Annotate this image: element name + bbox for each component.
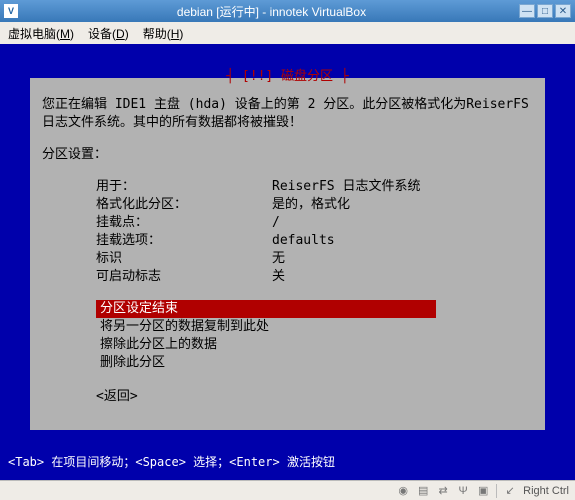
- settings-row[interactable]: 用于：ReiserFS 日志文件系统: [42, 178, 533, 196]
- usb-icon[interactable]: Ψ: [456, 484, 470, 498]
- shared-folder-icon[interactable]: ▣: [476, 484, 490, 498]
- window-title: debian [运行中] - innotek VirtualBox: [24, 3, 519, 20]
- settings-key: 格式化此分区：: [96, 196, 272, 214]
- settings-value: 关: [272, 268, 285, 286]
- maximize-button[interactable]: □: [537, 4, 553, 18]
- keyboard-hint: <Tab> 在项目间移动；<Space> 选择；<Enter> 激活按钮: [8, 453, 335, 470]
- settings-value: ReiserFS 日志文件系统: [272, 178, 420, 196]
- settings-row[interactable]: 挂载点：/: [42, 214, 533, 232]
- minimize-button[interactable]: —: [519, 4, 535, 18]
- return-button[interactable]: <返回>: [42, 388, 533, 406]
- settings-row[interactable]: 标识无: [42, 250, 533, 268]
- settings-heading: 分区设置：: [42, 146, 533, 164]
- action-item[interactable]: 擦除此分区上的数据: [96, 336, 533, 354]
- dialog-intro: 您正在编辑 IDE1 主盘 (hda) 设备上的第 2 分区。此分区被格式化为R…: [42, 96, 533, 132]
- settings-value: defaults: [272, 232, 335, 250]
- action-item[interactable]: 分区设定结束: [96, 300, 436, 318]
- actions-list: 分区设定结束将另一分区的数据复制到此处擦除此分区上的数据删除此分区: [42, 300, 533, 372]
- settings-key: 可启动标志: [96, 268, 272, 286]
- menu-vm[interactable]: 虚拟电脑(M): [8, 25, 74, 42]
- settings-list: 用于：ReiserFS 日志文件系统格式化此分区：是的，格式化挂载点：/挂载选项…: [42, 178, 533, 286]
- statusbar-divider: [496, 484, 497, 498]
- settings-key: 用于：: [96, 178, 272, 196]
- settings-value: 无: [272, 250, 285, 268]
- virtualbox-icon: V: [4, 4, 18, 18]
- dialog-title: ┤ [!!] 磁盘分区 ├: [30, 68, 545, 86]
- settings-key: 挂载点：: [96, 214, 272, 232]
- statusbar: ◉ ▤ ⇄ Ψ ▣ ↙ Right Ctrl: [0, 480, 575, 500]
- window-titlebar: V debian [运行中] - innotek VirtualBox — □ …: [0, 0, 575, 22]
- settings-value: /: [272, 214, 280, 232]
- settings-row[interactable]: 挂载选项：defaults: [42, 232, 533, 250]
- hdd-icon[interactable]: ▤: [416, 484, 430, 498]
- partition-dialog: ┤ [!!] 磁盘分区 ├ 您正在编辑 IDE1 主盘 (hda) 设备上的第 …: [30, 78, 545, 430]
- vm-framebuffer[interactable]: ┤ [!!] 磁盘分区 ├ 您正在编辑 IDE1 主盘 (hda) 设备上的第 …: [0, 44, 575, 480]
- network-icon[interactable]: ⇄: [436, 484, 450, 498]
- settings-row[interactable]: 格式化此分区：是的，格式化: [42, 196, 533, 214]
- settings-value: 是的，格式化: [272, 196, 350, 214]
- cd-icon[interactable]: ◉: [396, 484, 410, 498]
- settings-key: 挂载选项：: [96, 232, 272, 250]
- settings-key: 标识: [96, 250, 272, 268]
- mouse-integration-icon[interactable]: ↙: [503, 484, 517, 498]
- menu-help[interactable]: 帮助(H): [143, 25, 184, 42]
- host-key-label: Right Ctrl: [523, 485, 569, 497]
- menubar: 虚拟电脑(M) 设备(D) 帮助(H): [0, 22, 575, 44]
- settings-row[interactable]: 可启动标志关: [42, 268, 533, 286]
- action-item[interactable]: 将另一分区的数据复制到此处: [96, 318, 533, 336]
- action-item[interactable]: 删除此分区: [96, 354, 533, 372]
- close-button[interactable]: ✕: [555, 4, 571, 18]
- menu-devices[interactable]: 设备(D): [88, 25, 129, 42]
